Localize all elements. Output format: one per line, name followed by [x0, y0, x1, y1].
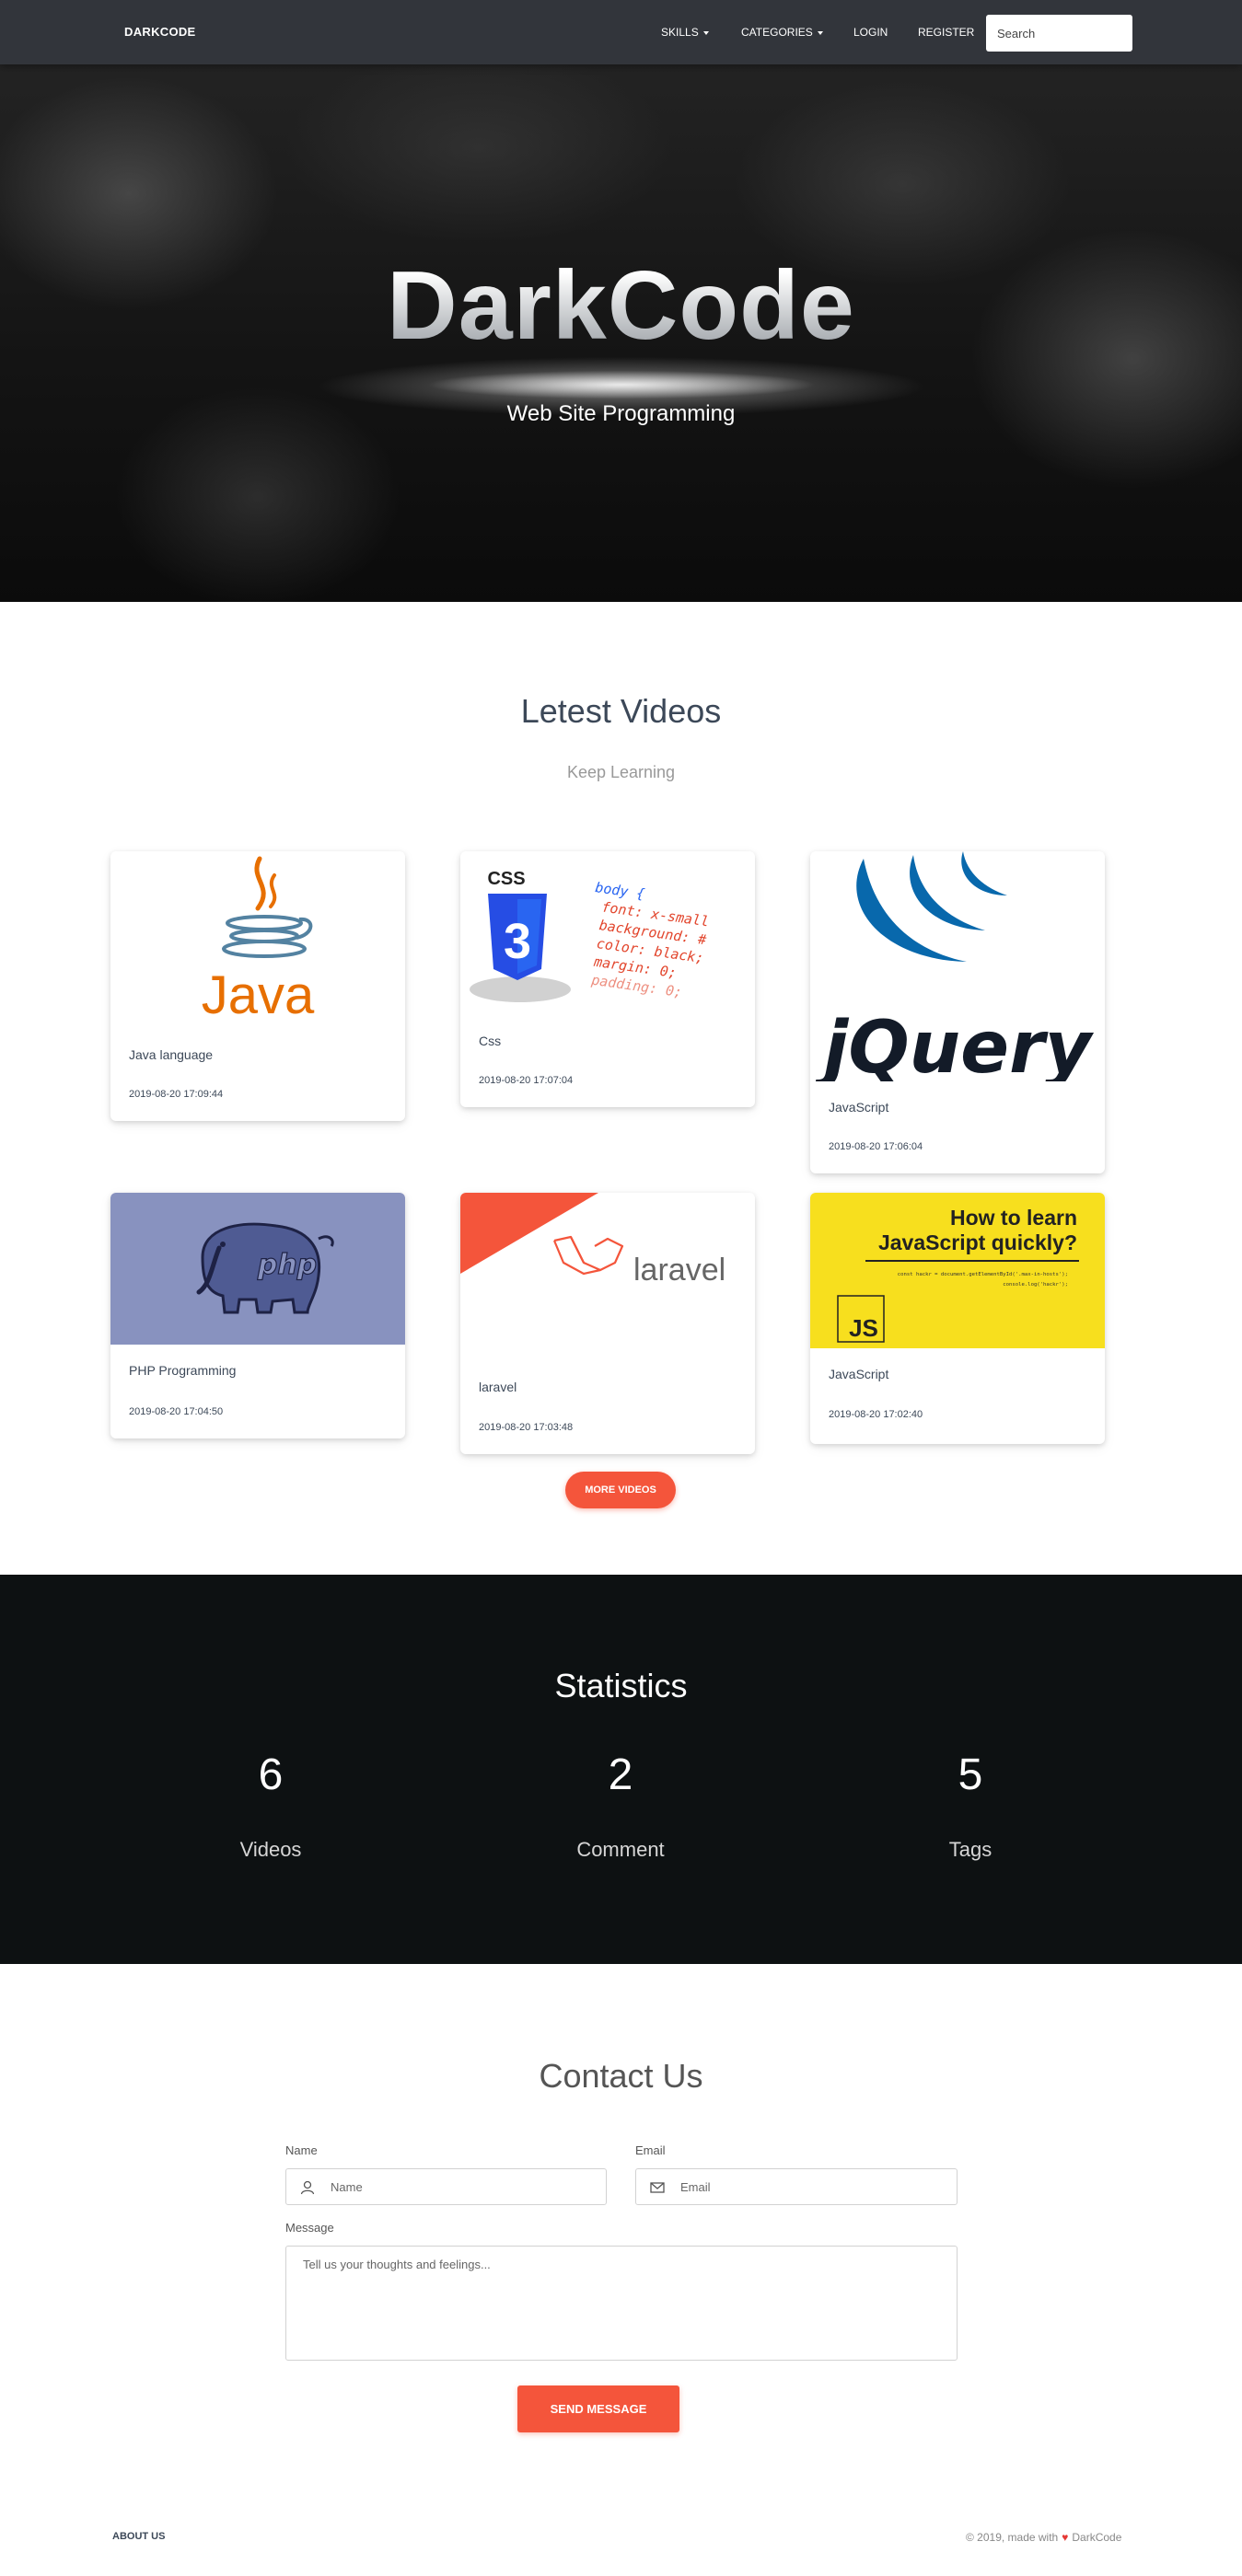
caret-down-icon: [702, 30, 709, 35]
svg-text:const hackr = document.getElem: const hackr = document.getElementById('.…: [898, 1272, 1068, 1277]
jquery-logo-image: jQuery: [810, 851, 1105, 1081]
video-card-java[interactable]: Java Java language 2019-08-20 17:09:44: [110, 851, 405, 1121]
stat-tags-label: Tags: [948, 1838, 992, 1861]
video-card-php[interactable]: php PHP Programming 2019-08-20 17:04:50: [110, 1193, 405, 1438]
card-title: JavaScript: [829, 1367, 889, 1381]
heart-icon: ♥: [1062, 2531, 1069, 2544]
css-number: 3: [504, 914, 531, 969]
footer-copyright: © 2019, made with ♥ DarkCode: [966, 2531, 1121, 2544]
svg-text:body {: body {: [594, 879, 645, 902]
card-title: Java language: [129, 1047, 214, 1062]
mail-icon: [650, 2182, 665, 2193]
copyright-text: © 2019, made with: [966, 2531, 1059, 2544]
laravel-word: laravel: [633, 1253, 725, 1288]
message-label: Message: [285, 2221, 334, 2235]
name-label: Name: [285, 2143, 318, 2157]
email-input[interactable]: [680, 2169, 938, 2204]
navbar: DARKCODE SKILLS CATEGORIES LOGIN REGISTE…: [0, 0, 1242, 64]
card-date: 2019-08-20 17:07:04: [479, 1075, 574, 1086]
svg-text:How to learn: How to learn: [950, 1206, 1077, 1230]
video-card-laravel[interactable]: laravel laravel 2019-08-20 17:03:48: [460, 1193, 755, 1454]
name-field[interactable]: [285, 2168, 607, 2205]
more-videos-button[interactable]: MORE VIDEOS: [565, 1472, 676, 1508]
contact-title: Contact Us: [539, 2057, 703, 2095]
email-label: Email: [635, 2143, 666, 2157]
statistics-section: Statistics 6 Videos 2 Comment 5 Tags: [0, 1575, 1242, 1964]
latest-videos-title: Letest Videos: [520, 692, 722, 730]
stat-videos-value: 6: [258, 1750, 284, 1799]
hero-subtitle: Web Site Programming: [506, 401, 736, 426]
nav-categories-label: CATEGORIES: [741, 26, 813, 39]
footer-brand: DarkCode: [1072, 2531, 1122, 2544]
php-elephant-image: php: [110, 1193, 405, 1345]
css-badge-text: CSS: [487, 869, 525, 889]
js-howto-banner-image: How to learn JavaScript quickly? const h…: [810, 1193, 1105, 1348]
video-card-css[interactable]: CSS 3 body { font: x-small background: #…: [460, 851, 755, 1107]
video-card-jquery[interactable]: jQuery JavaScript 2019-08-20 17:06:04: [810, 851, 1105, 1173]
about-us-link[interactable]: ABOUT US: [112, 2531, 165, 2542]
nav-categories-dropdown[interactable]: CATEGORIES: [741, 26, 823, 39]
user-icon: [300, 2180, 315, 2195]
card-title: Css: [479, 1034, 502, 1048]
stat-tags-value: 5: [958, 1750, 983, 1799]
php-word: php: [257, 1249, 317, 1281]
nav-skills-dropdown[interactable]: SKILLS: [661, 26, 709, 39]
card-date: 2019-08-20 17:09:44: [129, 1089, 224, 1100]
name-input[interactable]: [331, 2169, 588, 2204]
nav-skills-label: SKILLS: [661, 26, 699, 39]
card-title: JavaScript: [829, 1100, 889, 1115]
svg-text:JavaScript quickly?: JavaScript quickly?: [878, 1230, 1077, 1254]
card-date: 2019-08-20 17:06:04: [829, 1141, 923, 1152]
caret-down-icon: [817, 30, 823, 35]
jquery-word: jQuery: [815, 1007, 1095, 1081]
card-title: PHP Programming: [129, 1363, 237, 1378]
laravel-logo-image: laravel: [460, 1193, 755, 1363]
latest-videos-subtitle: Keep Learning: [566, 763, 676, 781]
statistics-title: Statistics: [554, 1667, 688, 1704]
stat-videos-label: Videos: [239, 1838, 302, 1861]
svg-text:console.log('hackr');: console.log('hackr');: [1003, 1282, 1068, 1288]
card-date: 2019-08-20 17:04:50: [129, 1406, 224, 1417]
message-textarea[interactable]: [285, 2246, 958, 2361]
js-badge-text: JS: [849, 1314, 878, 1342]
java-word: Java: [202, 965, 315, 1025]
nav-login-link[interactable]: LOGIN: [853, 26, 888, 39]
send-message-button[interactable]: SEND MESSAGE: [517, 2385, 679, 2432]
hero-banner: DarkCode Web Site Programming: [0, 64, 1242, 602]
card-date: 2019-08-20 17:03:48: [479, 1422, 574, 1433]
card-date: 2019-08-20 17:02:40: [829, 1409, 923, 1420]
stat-comment-label: Comment: [576, 1838, 665, 1861]
card-title: laravel: [479, 1380, 517, 1394]
java-logo-image: Java: [110, 851, 405, 1026]
stat-comment-value: 2: [608, 1750, 633, 1799]
nav-register-link[interactable]: REGISTER: [918, 26, 974, 39]
email-field[interactable]: [635, 2168, 958, 2205]
video-card-javascript[interactable]: How to learn JavaScript quickly? const h…: [810, 1193, 1105, 1444]
hero-title: DarkCode: [0, 250, 1242, 362]
search-input[interactable]: [986, 15, 1132, 52]
brand-link[interactable]: DARKCODE: [124, 25, 196, 39]
css3-logo-image: CSS 3 body { font: x-small background: #…: [460, 851, 755, 1015]
